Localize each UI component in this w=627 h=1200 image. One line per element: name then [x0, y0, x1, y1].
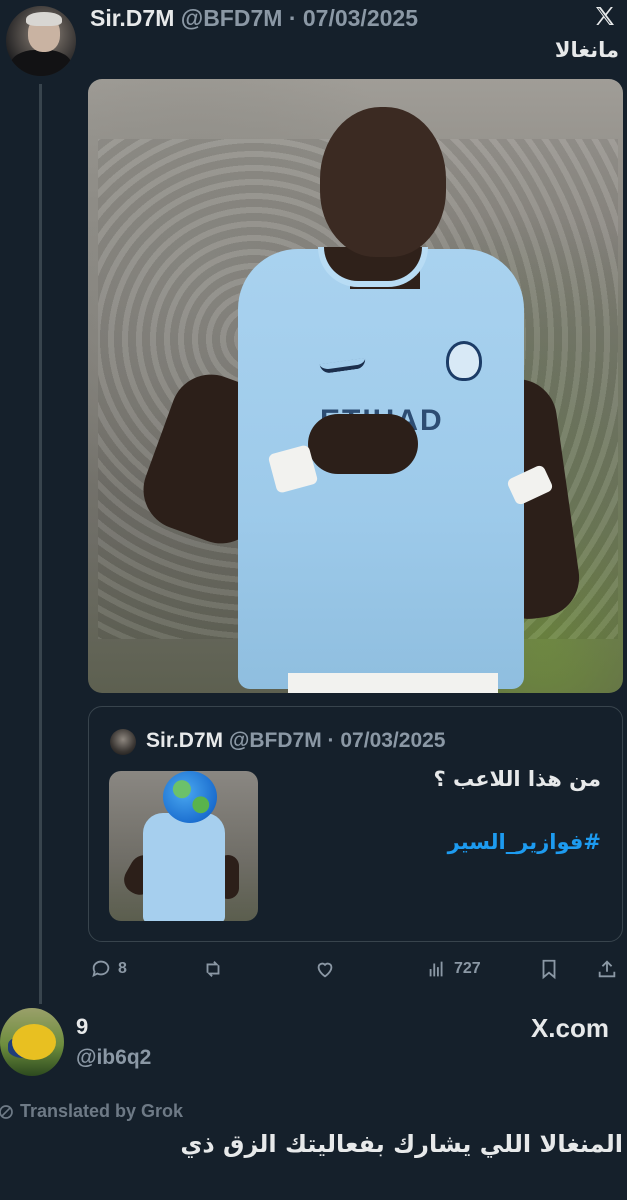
reply-display-name[interactable]: 9	[76, 1014, 88, 1040]
globe-icon	[163, 771, 217, 823]
reply-handle[interactable]: @ib6q2	[76, 1046, 151, 1070]
translated-by-grok-label[interactable]: Translated by Grok	[0, 1101, 183, 1122]
reply-text: المنغالا اللي يشارك بفعاليتك الزق ذي	[180, 1130, 623, 1158]
club-crest-icon	[446, 341, 482, 381]
author-handle[interactable]: @BFD7M	[181, 5, 283, 31]
tweet-text: مانغالا	[554, 38, 619, 62]
grok-icon	[0, 1104, 13, 1119]
heart-icon	[317, 962, 333, 978]
translated-label-text: Translated by Grok	[20, 1101, 184, 1121]
views-count: 727	[454, 960, 481, 977]
quoted-handle: @BFD7M	[228, 729, 322, 752]
reply-count: 8	[118, 960, 127, 977]
reply-author-avatar[interactable]	[0, 1008, 64, 1076]
share-icon	[598, 960, 616, 978]
meta-separator: ·	[288, 5, 297, 31]
xcom-watermark: X.com	[530, 1013, 609, 1043]
quoted-tweet-thumbnail[interactable]	[109, 771, 258, 921]
reply-action[interactable]: 8	[90, 957, 127, 981]
bookmark-icon	[542, 959, 556, 980]
share-action[interactable]	[596, 957, 618, 981]
quoted-author-line: Sir.D7M @BFD7M · 07/03/2025	[146, 729, 445, 753]
views-chart-icon	[429, 961, 443, 977]
tweet-photo[interactable]: ETIHAD	[88, 79, 623, 693]
quoted-separator: ·	[327, 729, 335, 752]
repost-icon	[206, 961, 220, 977]
reply-icon	[92, 960, 110, 978]
tweet-date[interactable]: 07/03/2025	[303, 5, 418, 31]
x-logo-icon	[596, 7, 614, 25]
repost-action[interactable]	[202, 957, 224, 981]
views-action[interactable]: 727	[426, 957, 481, 981]
quoted-hashtag-link[interactable]: #فوازير_السير	[448, 830, 601, 854]
like-action[interactable]	[314, 957, 336, 981]
thread-connector-line	[39, 84, 42, 1004]
quoted-tweet-text: من هذا اللاعب ؟	[433, 767, 601, 791]
author-avatar[interactable]	[6, 6, 76, 76]
quoted-display-name: Sir.D7M	[146, 729, 224, 752]
bookmark-action[interactable]	[538, 957, 560, 981]
author-display-name[interactable]: Sir.D7M	[90, 5, 174, 31]
tweet-author-line: Sir.D7M @BFD7M · 07/03/2025	[90, 5, 418, 32]
quoted-author-avatar	[110, 729, 136, 755]
quoted-date: 07/03/2025	[340, 729, 446, 752]
